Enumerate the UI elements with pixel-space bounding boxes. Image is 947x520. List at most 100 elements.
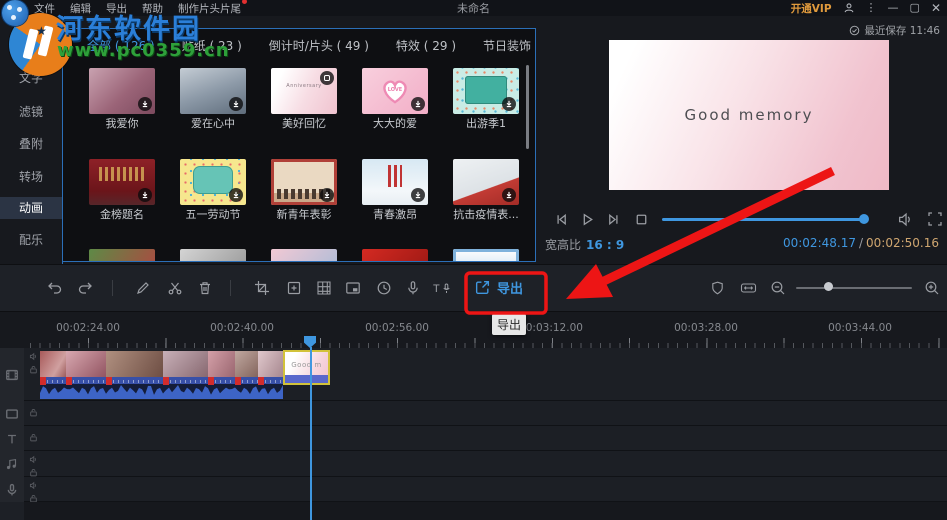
ruler-label: 00:03:12.00 <box>519 322 583 334</box>
material-thumb-金榜题名[interactable] <box>89 159 155 205</box>
download-badge-icon[interactable] <box>320 188 334 202</box>
material-thumb-我爱你[interactable] <box>89 68 155 114</box>
material-thumb-row3-0[interactable] <box>89 249 155 261</box>
selected-clip[interactable]: Good m <box>283 350 330 385</box>
next-frame-button[interactable] <box>605 211 622 228</box>
track-mute-icon[interactable] <box>29 481 38 490</box>
zoom-out-icon[interactable] <box>768 278 788 298</box>
track-mute-icon[interactable] <box>29 352 38 361</box>
timeline-zoom-knob[interactable] <box>824 282 833 291</box>
track-lock-icon[interactable] <box>29 433 38 442</box>
tab-倒计时/片头[interactable]: 倒计时/片头 ( 49 ) <box>269 37 369 54</box>
menu-item-0[interactable]: 文件 <box>34 1 55 16</box>
download-badge-icon[interactable] <box>502 97 516 111</box>
preview-info: 宽高比 16 : 9 00:02:48.17/00:02:50.16 <box>545 236 939 253</box>
split-scissors-icon[interactable] <box>165 278 185 298</box>
track-lock-icon[interactable] <box>29 468 38 477</box>
download-badge-icon[interactable] <box>411 97 425 111</box>
audio-waveform[interactable] <box>40 384 283 399</box>
tab-全部[interactable]: 全部 ( 126 ) <box>87 37 155 54</box>
material-thumb-爱在心中[interactable] <box>180 68 246 114</box>
tab-节日装饰[interactable]: 节日装饰 ( 33 ) <box>483 37 535 54</box>
track-row-mic[interactable] <box>24 477 947 502</box>
track-row-frame[interactable] <box>24 401 947 426</box>
undo-icon[interactable] <box>45 278 65 298</box>
menu-item-4[interactable]: 制作片头片尾 <box>178 0 247 16</box>
tab-特效[interactable]: 特效 ( 29 ) <box>396 37 456 54</box>
text-to-speech-icon[interactable]: T <box>432 278 452 298</box>
track-lock-icon[interactable] <box>29 408 38 417</box>
play-button[interactable] <box>579 211 596 228</box>
maximize-button[interactable]: ▢ <box>910 0 920 16</box>
sidebar-item-转场[interactable]: 转场 <box>0 166 62 188</box>
material-thumb-出游季1[interactable] <box>453 68 519 114</box>
ruler-ticks[interactable] <box>24 338 947 348</box>
minimize-button[interactable]: — <box>888 0 899 16</box>
seek-bar[interactable] <box>662 218 868 221</box>
selected-clip-label: Good m <box>291 361 322 369</box>
download-badge-icon[interactable] <box>138 97 152 111</box>
material-thumb-新青年表彰[interactable] <box>271 159 337 205</box>
account-icon[interactable] <box>843 2 855 14</box>
interval-select-icon[interactable] <box>284 278 304 298</box>
scrollbar[interactable] <box>526 65 529 149</box>
download-badge-icon[interactable] <box>229 188 243 202</box>
sidebar-item-配乐[interactable]: 配乐 <box>0 229 62 251</box>
applied-badge-icon[interactable] <box>320 71 334 85</box>
edit-pencil-icon[interactable] <box>133 278 153 298</box>
mosaic-icon[interactable] <box>314 278 334 298</box>
download-badge-icon[interactable] <box>229 97 243 111</box>
record-mic-icon[interactable] <box>403 278 423 298</box>
playhead-line[interactable] <box>310 347 312 520</box>
timeline-clip[interactable] <box>106 351 163 385</box>
material-thumb-row3-1[interactable] <box>180 249 246 261</box>
sidebar-item-动画[interactable]: 动画 <box>0 197 62 219</box>
material-thumb-五一劳动节[interactable] <box>180 159 246 205</box>
timeline-clip[interactable] <box>163 351 208 385</box>
zoom-in-icon[interactable] <box>922 278 942 298</box>
material-thumb-row3-3[interactable] <box>362 249 428 261</box>
fit-timeline-icon[interactable] <box>738 278 758 298</box>
timeline-zoom-slider[interactable] <box>796 287 912 289</box>
tab-贴纸[interactable]: 贴纸 ( 23 ) <box>182 37 242 54</box>
delete-trash-icon[interactable] <box>195 278 215 298</box>
seek-knob[interactable] <box>859 214 869 224</box>
download-badge-icon[interactable] <box>502 188 516 202</box>
preview-player[interactable]: Good memory <box>609 40 889 190</box>
duration-clock-icon[interactable] <box>374 278 394 298</box>
material-thumb-row3-4[interactable] <box>453 249 519 261</box>
selected-clip-strip <box>285 375 328 383</box>
stop-button[interactable] <box>633 211 650 228</box>
volume-icon[interactable] <box>897 211 914 228</box>
previous-frame-button[interactable] <box>553 211 570 228</box>
track-mute-icon[interactable] <box>29 455 38 464</box>
download-badge-icon[interactable] <box>411 188 425 202</box>
sidebar-item-文字[interactable]: 文字 <box>0 67 62 89</box>
track-row-note[interactable] <box>24 451 947 477</box>
vip-upgrade-button[interactable]: 开通VIP <box>791 1 832 16</box>
redo-icon[interactable] <box>75 278 95 298</box>
material-thumb-美好回忆[interactable]: Anniversary <box>271 68 337 114</box>
more-menu-icon[interactable]: ⋮ <box>866 0 877 16</box>
export-tooltip: 导出 <box>492 314 526 335</box>
materials-panel: 全部 ( 126 ) 贴纸 ( 23 ) 倒计时/片头 ( 49 ) 特效 ( 29 … <box>62 28 536 262</box>
download-badge-icon[interactable] <box>138 188 152 202</box>
material-thumb-青春激昂[interactable] <box>362 159 428 205</box>
pip-icon[interactable] <box>343 278 363 298</box>
timeline-clip[interactable] <box>66 351 106 385</box>
crop-icon[interactable] <box>252 278 272 298</box>
menu-item-2[interactable]: 导出 <box>106 1 127 16</box>
close-button[interactable]: ✕ <box>931 0 941 16</box>
export-button[interactable]: 导出 <box>474 278 523 297</box>
watermark-shield-icon[interactable] <box>707 278 727 298</box>
material-thumb-大大的爱[interactable]: LOVE <box>362 68 428 114</box>
material-thumb-抗击疫情表...[interactable] <box>453 159 519 205</box>
track-lock-icon[interactable] <box>29 365 38 374</box>
menu-item-3[interactable]: 帮助 <box>142 1 163 16</box>
sidebar-item-叠附[interactable]: 叠附 <box>0 133 62 155</box>
track-row-text[interactable] <box>24 426 947 451</box>
fullscreen-icon[interactable] <box>927 211 943 227</box>
sidebar-item-滤镜[interactable]: 滤镜 <box>0 101 62 123</box>
menu-item-1[interactable]: 编辑 <box>70 1 91 16</box>
material-thumb-row3-2[interactable] <box>271 249 337 261</box>
